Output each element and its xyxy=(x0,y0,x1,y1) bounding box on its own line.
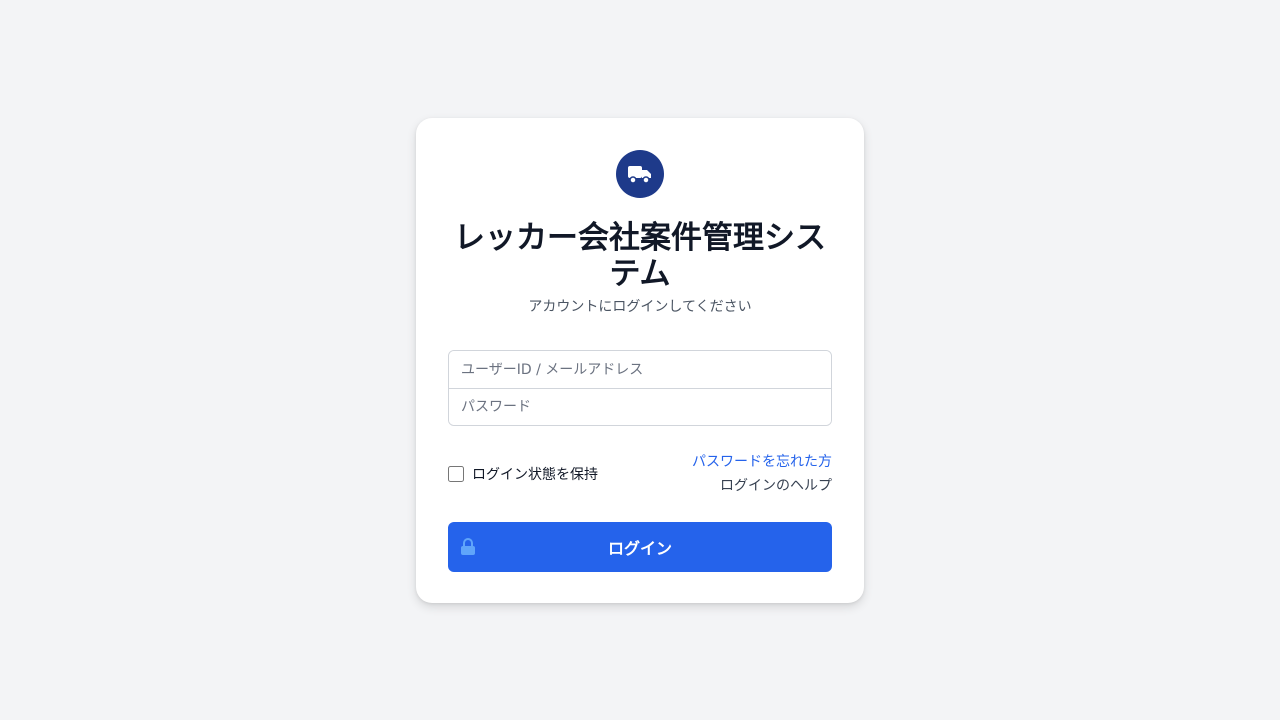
lock-icon xyxy=(461,538,475,555)
remember-me[interactable]: ログイン状態を保持 xyxy=(448,464,598,484)
forgot-password-link[interactable]: パスワードを忘れた方 xyxy=(692,450,832,474)
login-help-link[interactable]: ログインのヘルプ xyxy=(692,474,832,498)
page-title: レッカー会社案件管理システム xyxy=(454,220,826,292)
truck-icon xyxy=(628,166,651,184)
logo-badge xyxy=(616,150,664,198)
page-subtitle: アカウントにログインしてください xyxy=(528,299,752,315)
help-links: パスワードを忘れた方 ログインのヘルプ xyxy=(692,450,832,498)
login-button-label: ログイン xyxy=(607,539,672,558)
login-options: ログイン状態を保持 パスワードを忘れた方 ログインのヘルプ xyxy=(448,450,832,498)
remember-me-checkbox[interactable] xyxy=(448,466,464,482)
password-input[interactable] xyxy=(449,388,831,425)
username-input[interactable] xyxy=(449,351,831,388)
credentials-group xyxy=(448,350,832,426)
login-button[interactable]: ログイン xyxy=(448,522,832,572)
login-card: レッカー会社案件管理システム アカウントにログインしてください ログイン状態を保… xyxy=(416,118,864,603)
remember-me-label: ログイン状態を保持 xyxy=(472,467,598,483)
